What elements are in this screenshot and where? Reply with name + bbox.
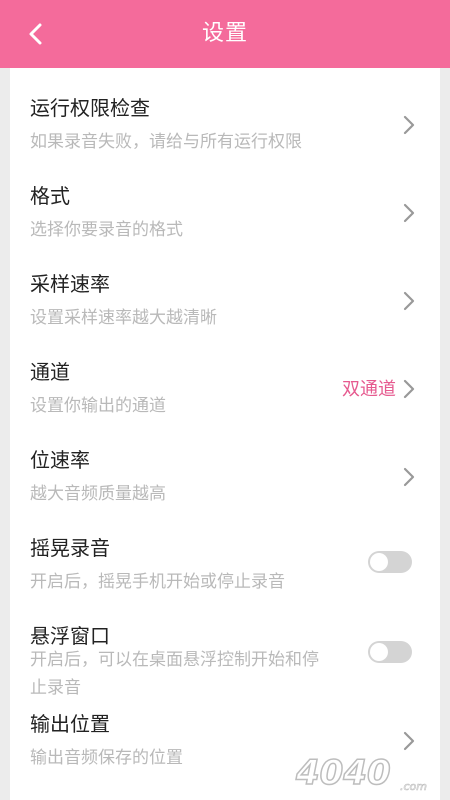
shake-record-toggle[interactable] [368, 551, 412, 573]
setting-subtitle: 设置采样速率越大越清晰 [30, 308, 217, 328]
chevron-right-icon [403, 291, 415, 311]
setting-subtitle: 如果录音失败，请给与所有运行权限 [30, 132, 302, 152]
setting-format[interactable]: 格式 选择你要录音的格式 [10, 156, 440, 244]
toggle-knob [370, 553, 388, 571]
setting-shake-record: 摇晃录音 开启后，摇晃手机开始或停止录音 [10, 508, 440, 596]
settings-list: 运行权限检查 如果录音失败，请给与所有运行权限 格式 选择你要录音的格式 采样速… [10, 68, 440, 800]
setting-subtitle: 选择你要录音的格式 [30, 220, 183, 240]
chevron-right-icon [403, 731, 415, 751]
site-watermark-logo: 4040 .com [294, 752, 427, 794]
setting-permission-check[interactable]: 运行权限检查 如果录音失败，请给与所有运行权限 [10, 68, 440, 156]
setting-title: 悬浮窗口 [30, 624, 110, 648]
watermark-text: 4040 [295, 753, 391, 793]
setting-subtitle: 越大音频质量越高 [30, 484, 166, 504]
app-header: 设置 [0, 0, 450, 68]
toggle-knob [370, 643, 388, 661]
setting-subtitle: 设置你输出的通道 [30, 396, 166, 416]
setting-sample-rate[interactable]: 采样速率 设置采样速率越大越清晰 [10, 244, 440, 332]
watermark-suffix: .com [400, 780, 427, 793]
page-title: 设置 [201, 21, 248, 46]
setting-title: 通道 [30, 360, 70, 384]
setting-value: 双通道 [342, 379, 396, 400]
setting-channel[interactable]: 通道 设置你输出的通道 双通道 [10, 332, 440, 420]
floating-window-toggle[interactable] [368, 641, 412, 663]
setting-subtitle: 输出音频保存的位置 [30, 748, 183, 768]
setting-bitrate[interactable]: 位速率 越大音频质量越高 [10, 420, 440, 508]
chevron-right-icon [403, 115, 415, 135]
chevron-right-icon [403, 203, 415, 223]
setting-title: 摇晃录音 [30, 536, 110, 560]
setting-title: 运行权限检查 [30, 96, 150, 120]
chevron-right-icon [403, 379, 415, 399]
setting-subtitle: 开启后，摇晃手机开始或停止录音 [30, 572, 285, 592]
chevron-right-icon [403, 467, 415, 487]
setting-title: 格式 [30, 184, 70, 208]
setting-floating-window: 悬浮窗口 开启后，可以在桌面悬浮控制开始和停止录音 [10, 596, 440, 698]
setting-title: 采样速率 [30, 272, 110, 296]
setting-title: 位速率 [30, 448, 90, 472]
setting-title: 输出位置 [30, 712, 110, 736]
